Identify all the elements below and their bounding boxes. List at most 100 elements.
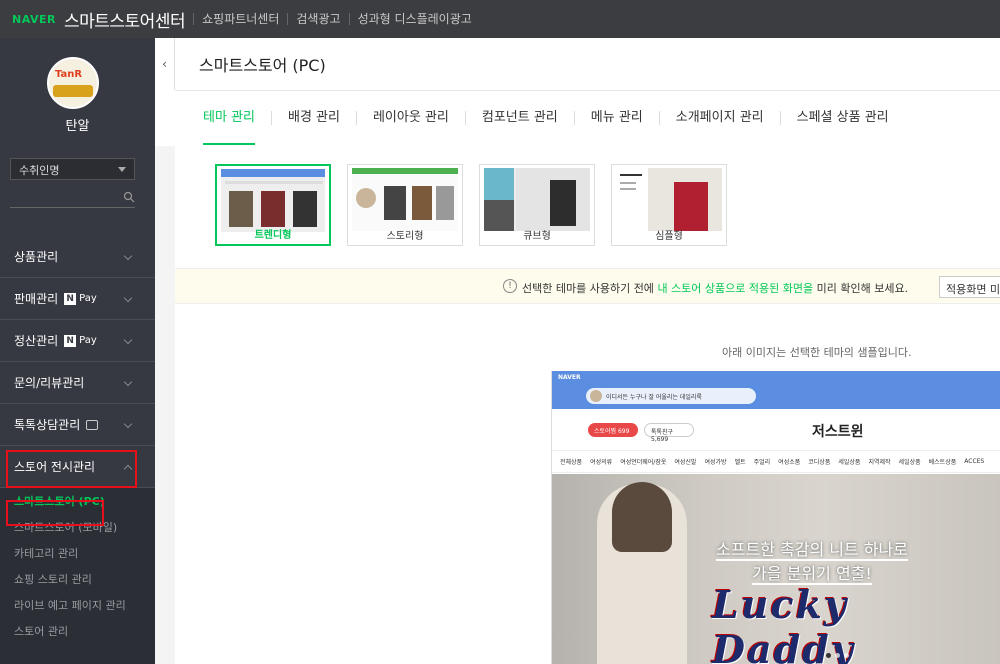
theme-thumbnail [352,168,458,231]
chevron-down-icon [123,419,133,429]
sample-category: 세일상품 [838,459,861,466]
top-bar: NAVER 스마트스토어센터 쇼핑파트너센터 검색광고 성과형 디스플레이광고 [0,0,1000,38]
hero-headline: 소프트한 촉감의 니트 하나로 가을 분위기 연출! [662,538,962,586]
notice-prefix: 선택한 테마를 사용하기 전에 [522,282,658,295]
avatar-text: TanR [55,69,83,80]
profile-name: 탄알 [65,119,90,134]
tab-menu[interactable]: 메뉴 관리 [573,111,659,125]
sidebar-item-talktalk[interactable]: 톡톡상담관리 [0,404,155,446]
npay-icon: N [64,292,77,305]
content-card: 트렌디형 스토리형 큐브형 심플형 ! 선택한 테마를 사용하기 전에 내 스토… [175,146,1000,664]
top-nav-search-ads[interactable]: 검색광고 [287,13,348,25]
tab-component[interactable]: 컴포넌트 관리 [464,111,574,125]
naver-logo[interactable]: NAVER [12,13,56,26]
sample-category: 여성신발 [674,459,697,466]
sample-category: 여성언더웨어/잠옷 [620,459,667,466]
sidebar-item-sales[interactable]: 판매관리 N Pay [0,278,155,320]
chat-icon [86,419,99,430]
theme-option-trendy[interactable]: 트렌디형 [215,164,331,246]
submenu-shopping-story[interactable]: 쇼핑 스토리 관리 [0,566,155,592]
theme-label: 큐브형 [523,231,551,242]
theme-label: 스토리형 [386,231,424,242]
submenu-store-manage[interactable]: 스토어 관리 [0,618,155,644]
submenu-live-preview[interactable]: 라이브 예고 페이지 관리 [0,592,155,618]
avatar-band [53,85,93,97]
tab-special-products[interactable]: 스페셜 상품 관리 [779,111,905,125]
sample-talk-friend-pill: 톡톡친구 5,699 [644,423,694,443]
sidebar: TanR 탄알 수취인명 상품관리 판매관리 N Pay 정산관리 N Pay 문의… [0,38,155,664]
sample-category: 지역제작 [868,459,891,466]
tab-layout[interactable]: 레이아웃 관리 [355,111,465,125]
carousel-dot[interactable] [826,653,831,658]
carousel-dot[interactable] [844,653,849,658]
hero-line-1: 소프트한 촉감의 니트 하나로 [716,540,908,561]
theme-notice: ! 선택한 테마를 사용하기 전에 내 스토어 상품으로 적용된 화면을 미리 … [175,268,1000,304]
theme-thumbnail [616,168,722,231]
theme-option-cube[interactable]: 큐브형 [479,164,595,246]
watermark-logo: Lucky Daddy [712,582,855,664]
theme-option-story[interactable]: 스토리형 [347,164,463,246]
sidebar-item-label: 판매관리 [14,292,59,306]
sample-category: 코디상품 [808,459,831,466]
sidebar-item-label: 정산관리 [14,334,59,348]
theme-thumbnail [484,168,590,231]
tab-intro-page[interactable]: 소개페이지 관리 [658,111,780,125]
tab-background[interactable]: 배경 관리 [270,111,356,125]
sidebar-item-products[interactable]: 상품관리 [0,236,155,278]
sample-category: 베스트상품 [928,459,957,466]
theme-thumbnail [221,169,325,232]
npay-badge: N Pay [64,292,97,305]
sample-store-name: 저스트윈 [812,424,864,440]
notice-suffix: 미리 확인해 보세요. [813,282,909,295]
chevron-down-icon [123,377,133,387]
sample-store-fav-pill: 스토어찜 699 [588,423,638,437]
top-nav-shopping-partner[interactable]: 쇼핑파트너센터 [193,13,287,25]
chevron-down-icon [118,167,126,172]
npay-badge: N Pay [64,334,97,347]
sidebar-item-label: 톡톡상담관리 [14,418,81,432]
sidebar-item-label: 상품관리 [14,250,59,264]
npay-label: Pay [79,335,97,346]
sample-banner-pill: 이디서든 누구나 잘 어울리는 데일리룩 [586,388,756,404]
sample-caption: 아래 이미지는 선택한 테마의 샘플입니다. [722,346,912,359]
highlight-store-display [6,450,137,488]
sample-category: 벨트 [734,459,746,466]
sample-logo: NAVER [558,374,581,381]
chevron-down-icon [123,293,133,303]
sample-category: 주얼리 [753,459,771,466]
top-nav: 쇼핑파트너센터 검색광고 성과형 디스플레이광고 [193,13,480,25]
sample-avatar [590,390,602,402]
sidebar-item-inquiries[interactable]: 문의/리뷰관리 [0,362,155,404]
sample-category: ACCES [964,458,985,465]
submenu-category[interactable]: 카테고리 관리 [0,540,155,566]
theme-label: 심플형 [655,231,683,242]
sample-header: 스토어찜 699 톡톡친구 5,699 저스트윈 [552,409,1000,451]
tab-theme[interactable]: 테마 관리 [199,111,271,145]
app-title[interactable]: 스마트스토어센터 [64,7,186,32]
sidebar-item-settlement[interactable]: 정산관리 N Pay [0,320,155,362]
npay-icon: N [64,334,77,347]
theme-list: 트렌디형 스토리형 큐브형 심플형 [215,164,727,246]
search-icon[interactable] [123,191,135,206]
highlight-smartstore-pc [6,500,104,526]
store-select-value: 수취인명 [19,164,60,177]
collapse-sidebar-button[interactable]: ‹ [155,38,175,90]
sample-category: 여성소품 [778,459,801,466]
npay-label: Pay [79,293,97,304]
preview-applied-button[interactable]: 적용화면 미리보기 [939,276,1000,298]
theme-label: 트렌디형 [254,230,292,241]
sample-hero-image: 소프트한 촉감의 니트 하나로 가을 분위기 연출! Lucky Daddy [552,474,1000,664]
carousel-dot[interactable] [835,653,840,658]
sample-category-bar: 전체상품 여성의류 여성언더웨어/잠옷 여성신발 여성가방 벨트 주얼리 여성소… [552,451,1000,473]
sample-category: 전체상품 [560,459,583,466]
store-select[interactable]: 수취인명 [10,158,135,180]
theme-option-simple[interactable]: 심플형 [611,164,727,246]
top-nav-display-ads[interactable]: 성과형 디스플레이광고 [348,13,480,25]
chevron-left-icon: ‹ [162,57,167,71]
profile: TanR 탄알 [0,38,155,138]
content-background: 트렌디형 스토리형 큐브형 심플형 ! 선택한 테마를 사용하기 전에 내 스토… [155,146,1000,664]
theme-sample-preview: NAVER 이디서든 누구나 잘 어울리는 데일리룩 스토어찜 699 톡톡친구… [551,371,1000,664]
chevron-down-icon [123,251,133,261]
search-input[interactable] [10,190,135,208]
avatar[interactable]: TanR [47,57,99,109]
